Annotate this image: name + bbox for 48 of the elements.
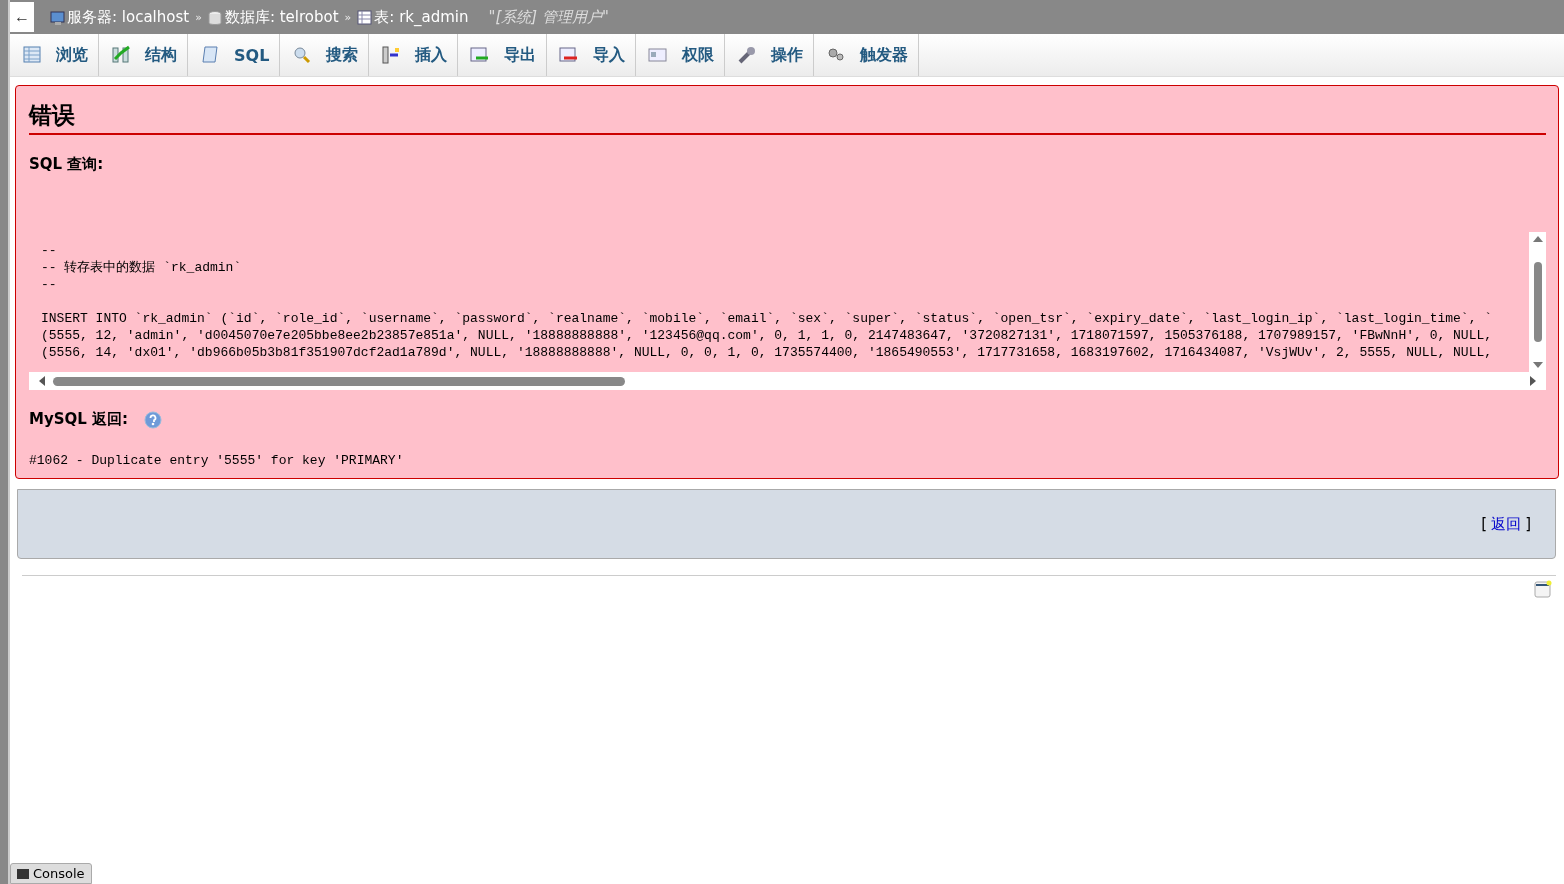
horizontal-scrollbar[interactable] — [29, 372, 1546, 390]
scroll-left-icon — [39, 376, 45, 386]
tab[interactable]: 权限 — [636, 34, 726, 76]
table-icon — [22, 45, 42, 65]
breadcrumb-separator: » — [344, 10, 352, 24]
back-link[interactable]: 返回 — [1491, 514, 1522, 534]
vertical-scrollbar[interactable] — [1529, 232, 1546, 372]
scroll-down-icon — [1532, 362, 1543, 368]
tab[interactable]: 搜索 — [280, 34, 370, 76]
wrench-icon — [737, 45, 758, 65]
tab[interactable]: 浏览 — [10, 34, 99, 76]
database-icon — [207, 9, 223, 25]
export-icon — [470, 45, 491, 65]
breadcrumb-link[interactable]: 数据库: telrobot — [207, 7, 339, 27]
tab[interactable]: 导出 — [458, 34, 548, 76]
tab[interactable]: SQL — [188, 34, 281, 76]
tab[interactable]: 插入 — [369, 34, 459, 76]
table-comment: "[系统] 管理用户" — [488, 7, 609, 27]
window-icon — [1534, 580, 1552, 598]
monitor-icon — [50, 9, 65, 25]
table-icon — [357, 9, 373, 25]
breadcrumb-link[interactable]: 表: rk_admin — [357, 7, 469, 27]
error-message: #1062 - Duplicate entry '5555' for key 'PRIMARY' — [29, 453, 405, 468]
bracket-text: ] — [1525, 515, 1531, 533]
tab[interactable]: 导入 — [547, 34, 637, 76]
tab[interactable]: 触发器 — [814, 34, 920, 76]
scroll-up-icon — [1532, 236, 1543, 242]
magnifier-icon — [292, 45, 313, 65]
response-label: MySQL 返回: — [29, 410, 129, 429]
insert-icon — [381, 45, 402, 65]
query-label: SQL 查询: — [29, 155, 104, 174]
sql-code: INSERT INTO `rk_admin` (`id`, `role_id`, `username`, `password`, `realname`, `mobile`, `email`, `sex`, `super`, `status`, `open_tsr`, `expiry_date`, `last_login_ip`, `last_login_time`, ` (5555, 12, 'admin', 'd0045070e7e205bbe8ee2b23857e851a', NULL, '18888888888', '123456@qq.com', 0, 1, 1, 0, 2147483647, '3720827131', 1718071597, 1505376188, 1707989157, 'FBwNnH', 0, NULL, (5556, 14, 'dx01', 'db966b05b3b81f351907dcf2ad1a789d', NULL, '18888888888', NULL, 0, 0, 1, 0, 1735574400, '1865490553', 1717731658, 1683197602, 1716434087, 'VsjWUv', 2, 5555, NULL, NULL, — [41, 310, 1493, 361]
sql-comment: -- -- 转存表中的数据 `rk_admin` -- — [41, 242, 242, 293]
import-icon — [559, 45, 580, 65]
structure-icon — [111, 45, 131, 65]
breadcrumb-separator: » — [195, 10, 202, 24]
bracket-text: [ — [1481, 515, 1488, 533]
tab[interactable]: 操作 — [725, 34, 815, 76]
console-tab[interactable]: Console — [10, 863, 92, 884]
card-icon — [648, 45, 669, 65]
scroll-icon — [200, 45, 220, 65]
help-icon — [144, 410, 163, 429]
console-icon — [17, 868, 29, 879]
error-title: 错误 — [29, 94, 1546, 135]
scroll-right-icon — [1530, 376, 1536, 386]
back-button[interactable]: ← — [10, 2, 34, 32]
tab[interactable]: 结构 — [99, 34, 188, 76]
breadcrumb-link[interactable]: 服务器: localhost — [50, 7, 190, 27]
